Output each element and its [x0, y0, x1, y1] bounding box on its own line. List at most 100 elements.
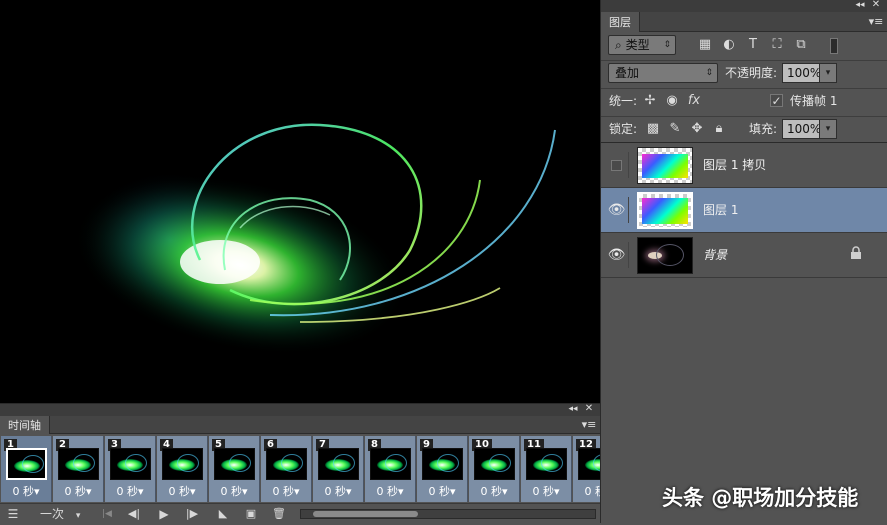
- panel-menu-icon[interactable]: ▾≡: [580, 416, 598, 434]
- visibility-toggle[interactable]: [605, 152, 629, 178]
- frame-delay-select[interactable]: 0 秒▾: [469, 483, 519, 499]
- layer-name[interactable]: 图层 1 拷贝: [703, 156, 766, 173]
- spiral-light-artwork: [72, 123, 556, 356]
- frame-thumbnail: [578, 448, 600, 480]
- layer-row[interactable]: 👁︎ 背景: [601, 233, 887, 278]
- loop-select[interactable]: 一次 ▾: [30, 505, 90, 523]
- frame-delay-select[interactable]: 0 秒▾: [1, 483, 51, 499]
- image-filter-icon[interactable]: ▦: [696, 36, 714, 54]
- frame-item[interactable]: 40 秒▾: [157, 436, 208, 502]
- frame-delay-select[interactable]: 0 秒▾: [521, 483, 571, 499]
- frame-delay-select[interactable]: 0 秒▾: [105, 483, 155, 499]
- frame-item[interactable]: 10 0 秒▾: [469, 436, 520, 502]
- fill-label: 填充:: [749, 122, 778, 136]
- filter-type-label: 类型: [625, 38, 650, 52]
- propagate-label: 传播帧 1: [790, 94, 838, 108]
- frame-item[interactable]: 120 秒▾: [573, 436, 600, 502]
- layer-thumbnail: [637, 147, 693, 184]
- smart-object-filter-icon[interactable]: ⧉: [792, 36, 810, 54]
- lock-paint-icon[interactable]: ✎: [666, 120, 684, 138]
- frame-delay-select[interactable]: 0 秒▾: [53, 483, 103, 499]
- frame-thumbnail: [6, 448, 47, 480]
- frame-item[interactable]: 11 0 秒▾: [521, 436, 572, 502]
- frame-item[interactable]: 70 秒▾: [313, 436, 364, 502]
- document-canvas[interactable]: [0, 0, 600, 403]
- frame-thumbnail: [318, 448, 359, 480]
- lock-move-icon[interactable]: ✥: [688, 120, 706, 138]
- frame-item[interactable]: 10 秒▾: [1, 436, 52, 502]
- adjustment-filter-icon[interactable]: ◐: [720, 36, 738, 54]
- shape-filter-icon[interactable]: ⛶: [768, 36, 786, 54]
- frame-thumbnail: [110, 448, 151, 480]
- convert-icon[interactable]: ☰: [4, 505, 22, 523]
- eye-icon[interactable]: 👁︎: [605, 197, 629, 223]
- timeline-controls: ☰ 一次 ▾ |◀ ◀| ▶ |▶ ◣ ▣ 🗑: [0, 503, 600, 523]
- timeline-panel: ◂◂ ✕ 时间轴 ▾≡ 10 秒▾ 2 0 秒▾ 3 0 秒▾ 4 0 秒▾ 5 0 秒▾ 6 0 …: [0, 403, 600, 523]
- prev-frame-icon[interactable]: ◀|: [124, 505, 144, 523]
- scrollbar-thumb[interactable]: [313, 511, 418, 517]
- layer-name[interactable]: 图层 1: [703, 201, 738, 218]
- opacity-dropdown-button[interactable]: ▾: [819, 63, 837, 83]
- unify-style-icon[interactable]: fx: [685, 92, 703, 110]
- frame-thumbnail: [474, 448, 515, 480]
- timeline-titlebar: ◂◂ ✕: [0, 403, 600, 416]
- lock-icon: [851, 246, 861, 259]
- unify-position-icon[interactable]: ✢: [641, 92, 659, 110]
- tab-timeline[interactable]: 时间轴: [0, 416, 50, 434]
- duplicate-frame-icon[interactable]: ▣: [242, 505, 260, 523]
- frame-thumbnail: [266, 448, 307, 480]
- lock-label: 锁定:: [609, 122, 638, 136]
- frame-thumbnail: [214, 448, 255, 480]
- tween-icon[interactable]: ◣: [214, 505, 232, 523]
- layer-name[interactable]: 背景: [703, 246, 727, 263]
- frame-delay-select[interactable]: 0 秒▾: [209, 483, 259, 499]
- filter-type-select[interactable]: ⌕ 类型 ⇕: [608, 35, 676, 55]
- frame-item[interactable]: 50 秒▾: [209, 436, 260, 502]
- opacity-field[interactable]: 100%: [782, 63, 821, 83]
- layer-row[interactable]: 图层 1 拷贝: [601, 143, 887, 188]
- layers-panel: ◂◂ ✕ 图层 ▾≡ ⌕ 类型 ⇕ ▦ ◐ T ⛶ ⧉ 叠加 ⇕ 不透明度: 100…: [600, 0, 887, 523]
- layer-row[interactable]: 👁︎ 图层 1: [601, 188, 887, 233]
- frame-thumbnail: [370, 448, 411, 480]
- frame-item[interactable]: 20 秒▾: [53, 436, 104, 502]
- frame-delay-select[interactable]: 0 秒▾: [313, 483, 363, 499]
- first-frame-icon[interactable]: |◀: [98, 505, 116, 523]
- frame-thumbnail: [526, 448, 567, 480]
- delete-frame-icon[interactable]: 🗑: [270, 505, 288, 523]
- text-filter-icon[interactable]: T: [744, 36, 762, 54]
- frame-item[interactable]: 60 秒▾: [261, 436, 312, 502]
- propagate-checkbox[interactable]: ✓: [770, 94, 783, 107]
- play-icon[interactable]: ▶: [154, 505, 174, 523]
- frame-delay-select[interactable]: 0 秒▾: [573, 483, 600, 499]
- frame-thumbnail: [162, 448, 203, 480]
- eye-icon[interactable]: 👁︎: [605, 242, 629, 268]
- frame-delay-select[interactable]: 0 秒▾: [261, 483, 311, 499]
- layer-thumbnail: [637, 237, 693, 274]
- layers-titlebar: ◂◂ ✕: [601, 0, 887, 12]
- frames-strip: 10 秒▾ 2 0 秒▾ 3 0 秒▾ 4 0 秒▾ 5 0 秒▾ 6 0 秒▾ 7 0 秒▾ 8 0 秒▾…: [0, 435, 600, 503]
- tab-layers[interactable]: 图层: [601, 12, 640, 32]
- frame-item[interactable]: 90 秒▾: [417, 436, 468, 502]
- blend-mode-label: 叠加: [615, 66, 640, 80]
- frame-delay-select[interactable]: 0 秒▾: [365, 483, 415, 499]
- frame-thumbnail: [422, 448, 463, 480]
- fill-field[interactable]: 100%: [782, 119, 821, 139]
- blend-mode-select[interactable]: 叠加 ⇕: [608, 63, 718, 83]
- loop-label: 一次: [40, 507, 65, 521]
- panel-menu-icon[interactable]: ▾≡: [867, 13, 885, 31]
- frame-item[interactable]: 30 秒▾: [105, 436, 156, 502]
- opacity-label: 不透明度:: [725, 66, 778, 80]
- next-frame-icon[interactable]: |▶: [182, 505, 202, 523]
- fill-dropdown-button[interactable]: ▾: [819, 119, 837, 139]
- unify-visibility-icon[interactable]: ◉: [663, 92, 681, 110]
- lock-transparent-icon[interactable]: ▩: [644, 120, 662, 138]
- frame-item[interactable]: 80 秒▾: [365, 436, 416, 502]
- frame-delay-select[interactable]: 0 秒▾: [157, 483, 207, 499]
- timeline-scrollbar[interactable]: [300, 509, 596, 519]
- unify-label: 统一:: [609, 94, 638, 108]
- filter-toggle[interactable]: [830, 38, 838, 54]
- lock-all-icon[interactable]: 🔒︎: [710, 120, 728, 138]
- search-icon: ⌕: [615, 38, 622, 52]
- frame-thumbnail: [58, 448, 99, 480]
- frame-delay-select[interactable]: 0 秒▾: [417, 483, 467, 499]
